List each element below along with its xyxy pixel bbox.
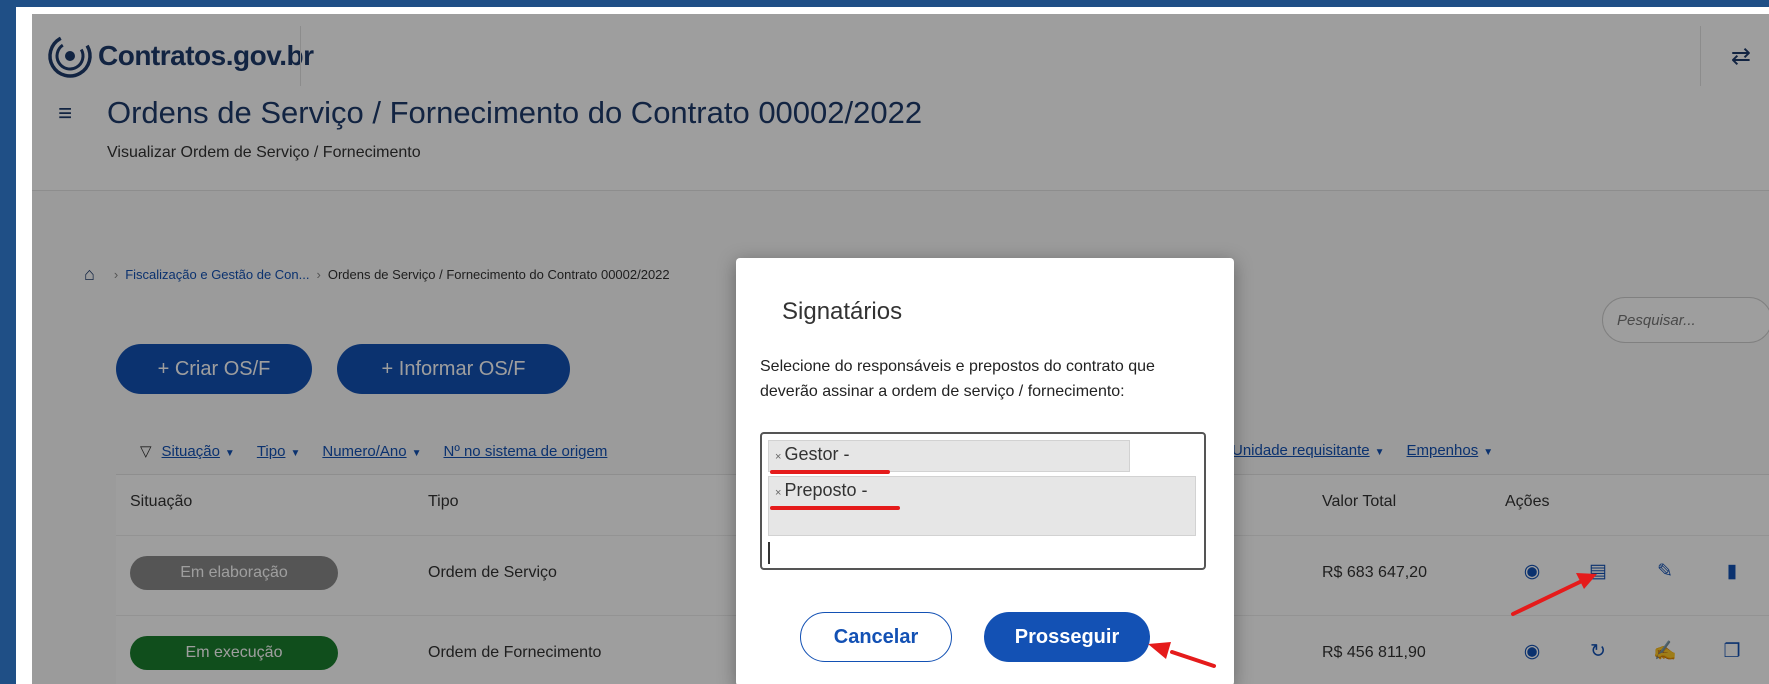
annotation-arrows <box>1148 573 1597 668</box>
app-frame: Contratos.gov.br ⇄ ≡ Ordens de Serviço /… <box>0 0 1769 684</box>
annotation-arrow-proceed <box>1148 642 1216 668</box>
annotation-arrow-pdf <box>1511 573 1597 616</box>
page: Contratos.gov.br ⇄ ≡ Ordens de Serviço /… <box>32 14 1769 684</box>
